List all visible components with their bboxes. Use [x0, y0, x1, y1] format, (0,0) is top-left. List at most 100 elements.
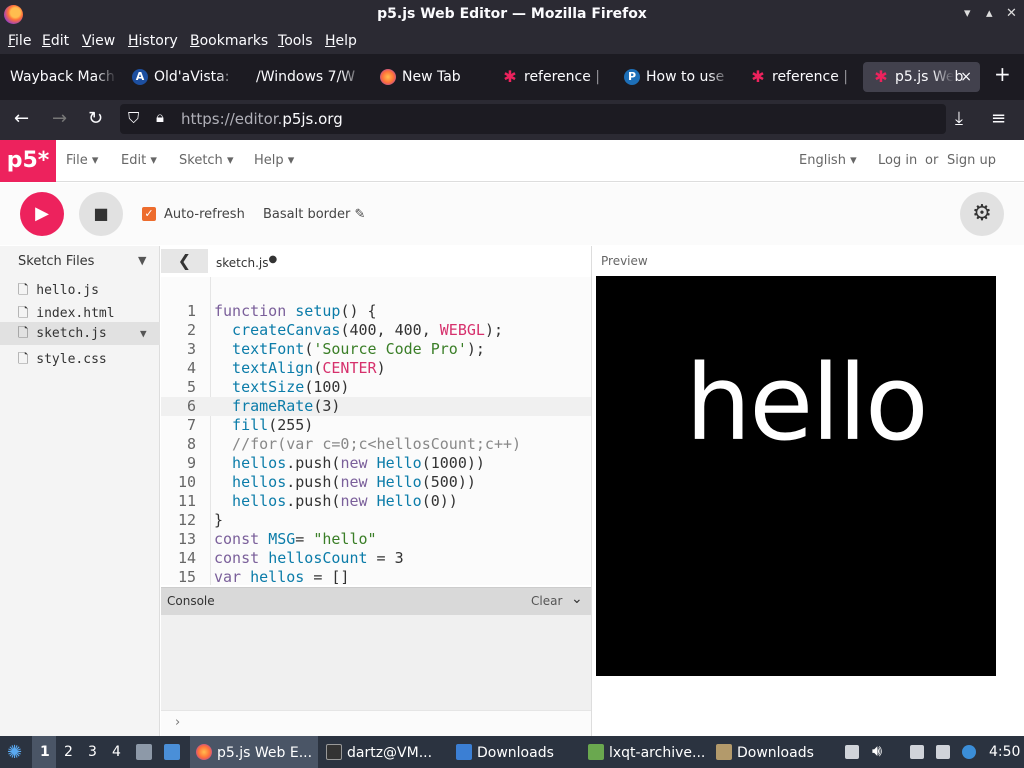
tab-oldavista[interactable]: A Old'aVista: — [122, 62, 239, 92]
menu-view[interactable]: View — [82, 33, 115, 49]
taskbar-item-terminal[interactable]: dartz@VM... — [326, 744, 432, 761]
signup-link[interactable]: Sign up — [947, 153, 996, 168]
open-file-tab[interactable]: sketch.js● — [216, 254, 277, 270]
new-tab-button[interactable]: + — [994, 62, 1011, 86]
autorefresh-checkbox[interactable]: ✓ — [142, 207, 156, 221]
tab-newtab[interactable]: New Tab — [370, 62, 487, 92]
menu-bookmarks[interactable]: Bookmarks — [190, 33, 268, 49]
menu-file[interactable]: File — [8, 33, 31, 49]
code-line[interactable]: 12} — [161, 511, 591, 530]
tab-windows7[interactable]: /Windows 7/W — [246, 62, 363, 92]
back-icon[interactable]: ← — [14, 108, 29, 129]
code-line[interactable]: 11 hellos.push(new Hello(0)) — [161, 492, 591, 511]
clipboard-icon[interactable] — [910, 745, 924, 759]
taskbar-item-label: Downloads — [737, 745, 814, 761]
console-input[interactable]: › — [161, 710, 591, 736]
tab-reference-1[interactable]: ✱ reference | — [492, 62, 609, 92]
code-line[interactable]: 2 createCanvas(400, 400, WEBGL); — [161, 321, 591, 340]
menu-label: File — [66, 153, 88, 168]
network-icon[interactable] — [936, 745, 950, 759]
code-line[interactable]: 15 var hellos = [] — [161, 568, 591, 585]
line-number: 13 — [177, 530, 196, 548]
menu-tools[interactable]: Tools — [278, 33, 313, 49]
tab-wayback[interactable]: Wayback Mach — [0, 62, 117, 92]
file-hello-js[interactable]: 🗋 hello.js — [18, 281, 99, 303]
code-text: var hellos = [] — [214, 568, 350, 585]
tab-reference-2[interactable]: ✱ reference | — [740, 62, 857, 92]
file-manager-icon[interactable] — [136, 744, 157, 761]
preview-canvas[interactable] — [596, 276, 996, 676]
minimize-icon[interactable]: ▾ — [964, 6, 971, 21]
taskbar-item-downloads-2[interactable]: Downloads — [716, 744, 814, 761]
tab-p5js-editor[interactable]: ✱ p5.js Web × — [863, 62, 980, 92]
workspace-1[interactable]: 1 — [40, 744, 50, 760]
taskbar-item-downloads-1[interactable]: Downloads — [456, 744, 554, 761]
play-button[interactable]: ▶ — [20, 192, 64, 236]
open-file-name: sketch.js — [216, 256, 269, 270]
code-text: //for(var c=0;c<hellosCount;c++) — [214, 435, 522, 453]
pane-divider[interactable] — [591, 246, 592, 736]
p5-menu-sketch[interactable]: Sketch ▾ — [179, 153, 233, 168]
login-link[interactable]: Log in — [878, 153, 917, 168]
code-text: hellos.push(new Hello(0)) — [214, 492, 458, 510]
updates-icon[interactable] — [962, 745, 976, 759]
taskbar-item-firefox[interactable]: p5.js Web E... — [190, 736, 318, 768]
close-window-icon[interactable]: ✕ — [1006, 6, 1017, 21]
maximize-icon[interactable]: ▴ — [986, 6, 993, 21]
code-text: frameRate(3) — [214, 397, 341, 415]
volume-icon[interactable]: 🔊︎ — [872, 741, 882, 761]
forward-icon[interactable]: → — [52, 108, 67, 129]
p5-menu-file[interactable]: File ▾ — [66, 153, 98, 168]
workspace-3[interactable]: 3 — [88, 744, 97, 760]
eject-icon[interactable] — [845, 745, 859, 759]
chevron-down-icon[interactable]: ▼ — [138, 254, 146, 267]
reload-icon[interactable]: ↻ — [88, 108, 103, 129]
code-line[interactable]: 5 textSize(100) — [161, 378, 591, 397]
p5-menu-help[interactable]: Help ▾ — [254, 153, 294, 168]
code-line[interactable]: 4 textAlign(CENTER) — [161, 359, 591, 378]
lock-icon[interactable]: 🔒︎ — [156, 108, 164, 126]
code-text: hellos.push(new Hello(500)) — [214, 473, 476, 491]
tab-howtouse[interactable]: P How to use — [614, 62, 731, 92]
sketch-name[interactable]: Basalt border ✎ — [263, 207, 365, 222]
stop-button[interactable]: ■ — [79, 192, 123, 236]
code-line[interactable]: 1 function setup() { — [161, 302, 591, 321]
workspace-2[interactable]: 2 — [64, 744, 73, 760]
console-clear-button[interactable]: Clear — [531, 594, 562, 608]
code-line[interactable]: 10 hellos.push(new Hello(500)) — [161, 473, 591, 492]
url-text[interactable]: https://editor.p5js.org — [181, 110, 343, 128]
code-line[interactable]: 14 const hellosCount = 3 — [161, 549, 591, 568]
hamburger-menu-icon[interactable]: ≡ — [991, 108, 1006, 129]
menu-edit[interactable]: Edit — [42, 33, 69, 49]
code-text: textFont('Source Code Pro'); — [214, 340, 485, 358]
chevron-down-icon[interactable]: ⌄ — [571, 591, 583, 607]
desktop-icon[interactable] — [164, 744, 185, 761]
chevron-right-icon: › — [175, 715, 181, 730]
language-select[interactable]: English ▾ — [799, 153, 857, 168]
menu-history[interactable]: History — [128, 33, 178, 49]
code-editor[interactable]: 1 function setup() {2 createCanvas(400, 4… — [161, 277, 591, 585]
code-line[interactable]: 7 fill(255) — [161, 416, 591, 435]
collapse-sidebar-button[interactable]: ❮ — [161, 249, 208, 273]
code-line[interactable]: 9 hellos.push(new Hello(1000)) — [161, 454, 591, 473]
file-style-css[interactable]: 🗋 style.css — [18, 350, 107, 372]
line-number: 7 — [186, 416, 196, 434]
start-menu-icon[interactable]: ✺ — [7, 742, 22, 763]
code-line[interactable]: 8 //for(var c=0;c<hellosCount;c++) — [161, 435, 591, 454]
p5-menu-edit[interactable]: Edit ▾ — [121, 153, 157, 168]
settings-button[interactable]: ⚙ — [960, 192, 1004, 236]
menu-help[interactable]: Help — [325, 33, 357, 49]
downloads-icon[interactable]: ⤓ — [955, 108, 963, 129]
code-line[interactable]: 13 const MSG= "hello" — [161, 530, 591, 549]
code-line[interactable]: 6 frameRate(3) — [161, 397, 591, 416]
close-tab-icon[interactable]: × — [960, 62, 972, 92]
p5-logo[interactable]: p5* — [0, 140, 56, 182]
taskbar-item-archiver[interactable]: lxqt-archive... — [588, 744, 705, 761]
code-line[interactable]: 3 textFont('Source Code Pro'); — [161, 340, 591, 359]
window-titlebar: p5.js Web Editor — Mozilla Firefox ▾ ▴ ✕ — [0, 0, 1024, 30]
chevron-down-icon[interactable]: ▼ — [140, 322, 147, 345]
console-title: Console — [167, 594, 215, 608]
file-sketch-js[interactable]: 🗋 sketch.js ▼ — [0, 322, 160, 345]
shield-icon[interactable]: ⛉ — [128, 109, 139, 127]
workspace-4[interactable]: 4 — [112, 744, 121, 760]
